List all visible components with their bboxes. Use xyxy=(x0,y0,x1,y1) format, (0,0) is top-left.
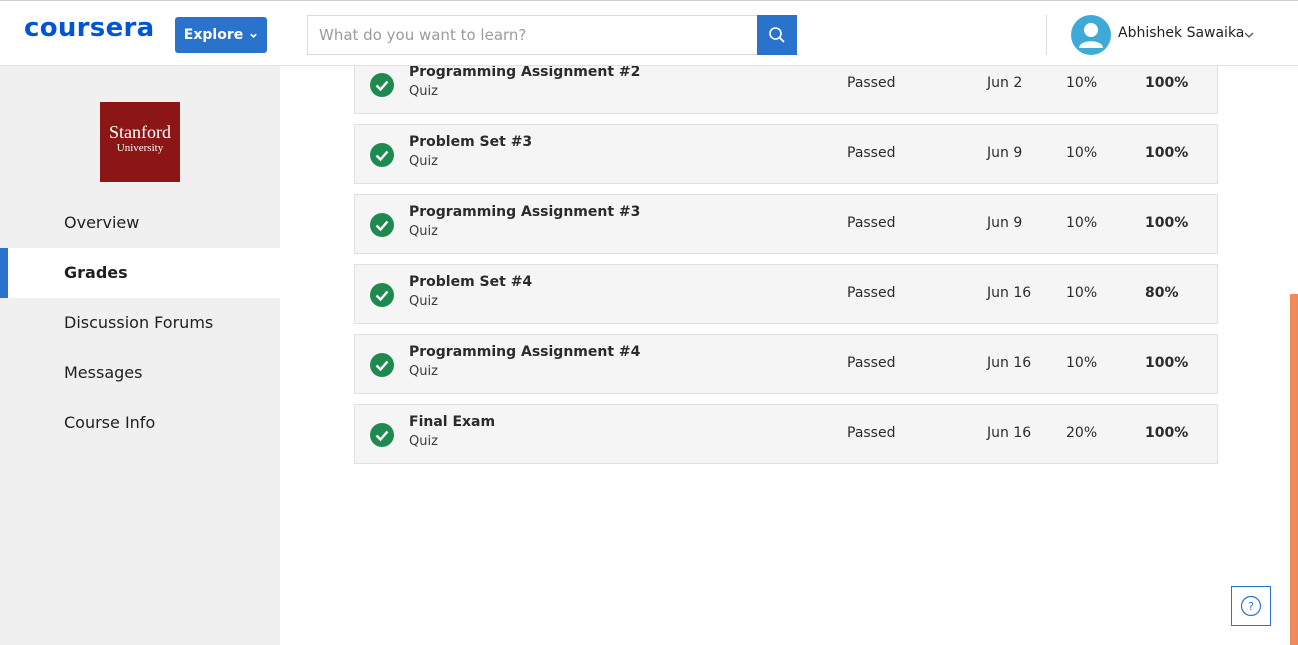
assignment-grade: 100% xyxy=(1145,355,1189,371)
sidebar-item-discussion-forums[interactable]: Discussion Forums xyxy=(0,298,280,348)
assignment-title[interactable]: Problem Set #4 xyxy=(409,274,532,290)
search-icon xyxy=(769,27,785,43)
assignment-grade: 100% xyxy=(1145,75,1189,91)
assignment-status: Passed xyxy=(847,425,896,441)
chevron-down-icon[interactable] xyxy=(1243,29,1255,41)
check-circle-icon xyxy=(370,213,394,237)
check-circle-icon xyxy=(370,283,394,307)
assignment-grade: 100% xyxy=(1145,145,1189,161)
explore-label: Explore xyxy=(183,27,244,43)
assignment-grade: 100% xyxy=(1145,215,1189,231)
assignment-due: Jun 2 xyxy=(987,75,1023,91)
scrollbar-thumb[interactable] xyxy=(1290,294,1298,645)
assignment-weight: 20% xyxy=(1066,425,1098,441)
grade-row[interactable]: Final Exam Quiz Passed Jun 16 20% 100% xyxy=(354,404,1218,464)
check-circle-icon xyxy=(370,73,394,97)
assignment-due: Jun 9 xyxy=(987,145,1023,161)
assignment-status: Passed xyxy=(847,285,896,301)
course-sidebar: Stanford University Overview Grades Disc… xyxy=(0,66,280,645)
search-input[interactable] xyxy=(307,15,758,55)
sidebar-item-overview[interactable]: Overview xyxy=(0,198,280,248)
assignment-weight: 10% xyxy=(1066,215,1098,231)
avatar[interactable] xyxy=(1071,15,1111,55)
user-name[interactable]: Abhishek Sawaika xyxy=(1118,25,1244,41)
university-logo[interactable]: Stanford University xyxy=(100,102,180,182)
header-divider xyxy=(1046,15,1047,55)
user-icon xyxy=(1079,23,1103,48)
explore-button[interactable]: Explore xyxy=(175,17,267,53)
assignment-status: Passed xyxy=(847,145,896,161)
assignment-due: Jun 16 xyxy=(987,285,1032,301)
assignment-title[interactable]: Programming Assignment #4 xyxy=(409,344,640,360)
assignment-weight: 10% xyxy=(1066,75,1098,91)
check-circle-icon xyxy=(370,353,394,377)
assignment-type: Quiz xyxy=(409,154,438,169)
assignment-type: Quiz xyxy=(409,294,438,309)
assignment-due: Jun 16 xyxy=(987,425,1032,441)
coursera-logo[interactable]: coursera xyxy=(24,13,154,43)
help-glyph: ? xyxy=(1248,600,1254,613)
assignment-type: Quiz xyxy=(409,434,438,449)
grade-row[interactable]: Problem Set #4 Quiz Passed Jun 16 10% 80… xyxy=(354,264,1218,324)
check-circle-icon xyxy=(370,143,394,167)
search-button[interactable] xyxy=(757,15,797,55)
assignment-due: Jun 9 xyxy=(987,215,1023,231)
assignment-title[interactable]: Programming Assignment #3 xyxy=(409,204,640,220)
top-header: coursera Explore Abhishek Sawaika xyxy=(0,0,1298,66)
assignment-weight: 10% xyxy=(1066,285,1098,301)
assignment-title[interactable]: Problem Set #3 xyxy=(409,134,532,150)
assignment-type: Quiz xyxy=(409,224,438,239)
sidebar-item-grades[interactable]: Grades xyxy=(0,248,280,298)
assignment-status: Passed xyxy=(847,215,896,231)
assignment-title[interactable]: Final Exam xyxy=(409,414,495,430)
question-circle-icon: ? xyxy=(1240,595,1262,617)
assignment-status: Passed xyxy=(847,355,896,371)
grade-row[interactable]: Problem Set #3 Quiz Passed Jun 9 10% 100… xyxy=(354,124,1218,184)
assignment-due: Jun 16 xyxy=(987,355,1032,371)
assignment-grade: 80% xyxy=(1145,285,1179,301)
university-logo-line2: University xyxy=(116,142,164,154)
help-button[interactable]: ? xyxy=(1231,586,1271,626)
assignment-type: Quiz xyxy=(409,84,438,99)
assignment-title[interactable]: Programming Assignment #2 xyxy=(409,64,640,80)
chevron-down-icon xyxy=(250,33,257,38)
assignment-weight: 10% xyxy=(1066,145,1098,161)
check-circle-icon xyxy=(370,423,394,447)
university-logo-line1: Stanford xyxy=(109,122,171,142)
assignment-weight: 10% xyxy=(1066,355,1098,371)
grade-row[interactable]: Programming Assignment #3 Quiz Passed Ju… xyxy=(354,194,1218,254)
sidebar-item-messages[interactable]: Messages xyxy=(0,348,280,398)
assignment-status: Passed xyxy=(847,75,896,91)
assignment-type: Quiz xyxy=(409,364,438,379)
sidebar-item-course-info[interactable]: Course Info xyxy=(0,398,280,448)
assignment-grade: 100% xyxy=(1145,425,1189,441)
grade-row[interactable]: Programming Assignment #4 Quiz Passed Ju… xyxy=(354,334,1218,394)
